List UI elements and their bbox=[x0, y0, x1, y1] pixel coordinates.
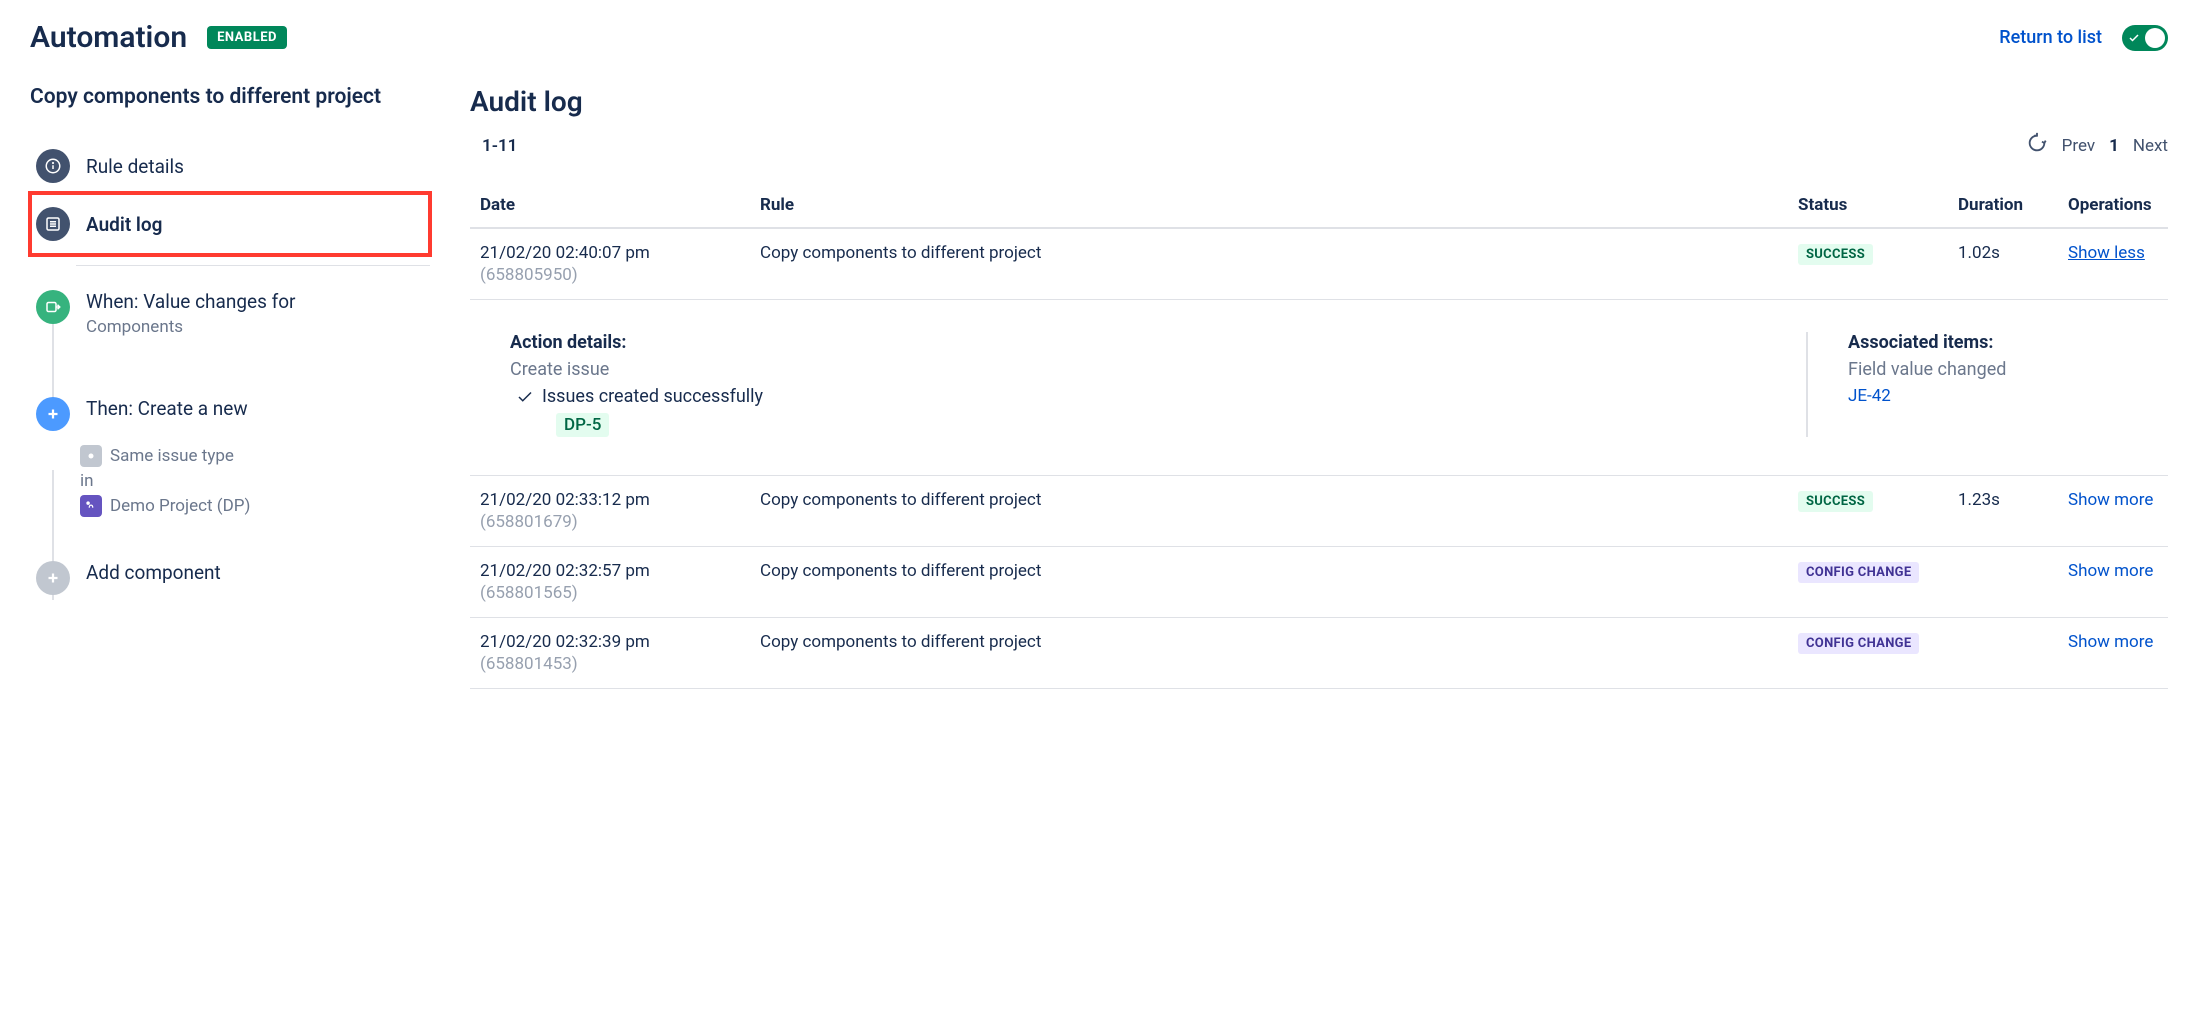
pager-next[interactable]: Next bbox=[2133, 136, 2168, 156]
action-sub-row-1: Same issue type bbox=[80, 445, 430, 467]
cell-duration: 1.02s bbox=[1948, 228, 2058, 300]
table-row: 21/02/20 02:32:57 pm(658801565)Copy comp… bbox=[470, 547, 2168, 618]
action-item[interactable]: Then: Create a new bbox=[30, 387, 430, 441]
rule-enabled-toggle[interactable] bbox=[2122, 25, 2168, 51]
plus-icon bbox=[36, 561, 70, 595]
check-icon bbox=[2128, 32, 2140, 44]
action-sub-project: Demo Project (DP) bbox=[110, 496, 250, 516]
trigger-item[interactable]: When: Value changes for Components bbox=[30, 280, 430, 347]
cell-rule: Copy components to different project bbox=[750, 228, 1788, 300]
col-operations: Operations bbox=[2058, 183, 2168, 228]
table-row: 21/02/20 02:40:07 pm(658805950)Copy comp… bbox=[470, 228, 2168, 300]
sidebar-item-label: Audit log bbox=[86, 213, 162, 236]
associated-title: Associated items: bbox=[1848, 332, 2148, 353]
action-details-title: Action details: bbox=[510, 332, 1776, 353]
action-sub-prefix: in bbox=[80, 471, 94, 491]
status-badge: SUCCESS bbox=[1798, 244, 1873, 265]
cell-rule: Copy components to different project bbox=[750, 547, 1788, 618]
page-title: Automation bbox=[30, 20, 187, 55]
add-component-label: Add component bbox=[86, 561, 221, 584]
associated-sub: Field value changed bbox=[1848, 359, 2148, 380]
pager-prev[interactable]: Prev bbox=[2062, 136, 2095, 156]
cell-date: 21/02/20 02:33:12 pm(658801679) bbox=[470, 476, 750, 547]
return-to-list-link[interactable]: Return to list bbox=[1999, 27, 2102, 48]
plus-icon bbox=[36, 397, 70, 431]
result-range: 1-11 bbox=[470, 136, 517, 156]
cell-duration bbox=[1948, 547, 2058, 618]
status-badge: CONFIG CHANGE bbox=[1798, 562, 1919, 583]
refresh-icon[interactable] bbox=[2026, 132, 2048, 159]
cell-operations: Show more bbox=[2058, 547, 2168, 618]
cell-duration bbox=[1948, 618, 2058, 689]
cell-date: 21/02/20 02:40:07 pm(658805950) bbox=[470, 228, 750, 300]
cell-duration: 1.23s bbox=[1948, 476, 2058, 547]
info-icon bbox=[36, 149, 70, 183]
action-sub-row-3: Demo Project (DP) bbox=[80, 495, 430, 517]
show-more-link[interactable]: Show more bbox=[2068, 490, 2153, 510]
divider bbox=[76, 265, 430, 266]
expanded-row: Action details: Create issue Issues create… bbox=[470, 300, 2168, 476]
cell-operations: Show more bbox=[2058, 476, 2168, 547]
cell-status: CONFIG CHANGE bbox=[1788, 547, 1948, 618]
enabled-badge: ENABLED bbox=[207, 26, 287, 49]
show-less-link[interactable]: Show less bbox=[2068, 243, 2145, 263]
action-sub-text: Same issue type bbox=[110, 446, 234, 466]
status-badge: SUCCESS bbox=[1798, 491, 1873, 512]
trigger-label: When: Value changes for bbox=[86, 290, 295, 313]
project-icon bbox=[80, 495, 102, 517]
col-rule: Rule bbox=[750, 183, 1788, 228]
action-details-sub: Create issue bbox=[510, 359, 1776, 380]
sidebar-item-rule-details[interactable]: Rule details bbox=[30, 139, 430, 193]
show-more-link[interactable]: Show more bbox=[2068, 561, 2153, 581]
cell-status: SUCCESS bbox=[1788, 228, 1948, 300]
check-icon bbox=[516, 388, 534, 406]
list-icon bbox=[36, 207, 70, 241]
sidebar-item-audit-log[interactable]: Audit log bbox=[30, 193, 430, 255]
cell-date: 21/02/20 02:32:57 pm(658801565) bbox=[470, 547, 750, 618]
audit-log-table: Date Rule Status Duration Operations 21/… bbox=[470, 183, 2168, 689]
pager-page: 1 bbox=[2109, 136, 2119, 156]
trigger-sub: Components bbox=[86, 317, 295, 337]
col-date: Date bbox=[470, 183, 750, 228]
cell-status: SUCCESS bbox=[1788, 476, 1948, 547]
status-badge: CONFIG CHANGE bbox=[1798, 633, 1919, 654]
trigger-icon bbox=[36, 290, 70, 324]
table-row: 21/02/20 02:32:39 pm(658801453)Copy comp… bbox=[470, 618, 2168, 689]
sidebar-item-label: Rule details bbox=[86, 155, 184, 178]
cell-rule: Copy components to different project bbox=[750, 476, 1788, 547]
action-sub-row-2: in bbox=[80, 471, 430, 491]
section-title: Audit log bbox=[470, 85, 2168, 118]
cell-operations: Show less bbox=[2058, 228, 2168, 300]
rule-name: Copy components to different project bbox=[30, 85, 430, 109]
col-duration: Duration bbox=[1948, 183, 2058, 228]
col-status: Status bbox=[1788, 183, 1948, 228]
table-row: 21/02/20 02:33:12 pm(658801679)Copy comp… bbox=[470, 476, 2168, 547]
action-label: Then: Create a new bbox=[86, 397, 248, 420]
issue-key[interactable]: DP-5 bbox=[556, 413, 609, 437]
show-more-link[interactable]: Show more bbox=[2068, 632, 2153, 652]
cell-rule: Copy components to different project bbox=[750, 618, 1788, 689]
success-row: Issues created successfully bbox=[516, 386, 1776, 407]
cell-date: 21/02/20 02:32:39 pm(658801453) bbox=[470, 618, 750, 689]
issuetype-icon bbox=[80, 445, 102, 467]
cell-status: CONFIG CHANGE bbox=[1788, 618, 1948, 689]
add-component-button[interactable]: Add component bbox=[30, 551, 430, 605]
cell-operations: Show more bbox=[2058, 618, 2168, 689]
associated-link[interactable]: JE-42 bbox=[1848, 386, 1891, 406]
